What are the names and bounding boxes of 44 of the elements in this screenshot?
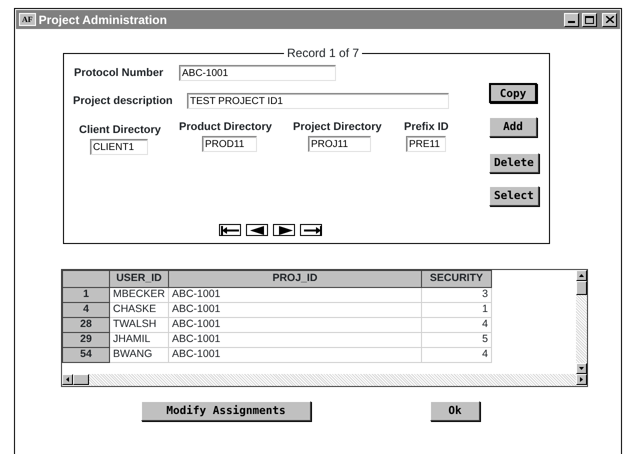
table-cell: CHASKE (110, 302, 168, 318)
input-field[interactable]: CLIENT1 (90, 139, 148, 155)
field-label: Product Directory (179, 121, 272, 133)
column-header[interactable]: SECURITY (421, 270, 492, 288)
table-cell: ABC-1001 (168, 287, 422, 302)
row-header[interactable]: 29 (62, 332, 110, 348)
action-button[interactable]: Modify Assignments (141, 401, 311, 421)
field-label: Prefix ID (404, 121, 449, 133)
action-button[interactable]: Copy (489, 83, 537, 103)
table-cell: BWANG (110, 347, 168, 362)
table-cell: ABC-1001 (168, 347, 422, 362)
table-cell: 3 (421, 287, 492, 302)
column-header[interactable]: PROJ_ID (168, 270, 422, 288)
table-cell: ABC-1001 (168, 332, 422, 348)
row-header[interactable]: 28 (62, 317, 110, 332)
table-cell: 1 (421, 302, 492, 318)
table-cell: 4 (421, 347, 492, 362)
table-cell: ABC-1001 (168, 302, 422, 318)
table-cell: 4 (421, 317, 492, 332)
table-cell: MBECKER (110, 287, 168, 302)
action-button[interactable]: Select (489, 186, 539, 206)
input-field[interactable]: TEST PROJECT ID1 (187, 93, 449, 109)
input-field[interactable]: PROJ11 (308, 136, 371, 152)
action-button[interactable]: Ok (430, 401, 480, 421)
table-cell: JHAMIL (110, 332, 168, 348)
column-header[interactable]: USER_ID (110, 270, 168, 288)
field-label: Client Directory (79, 124, 161, 136)
table-cell: 5 (421, 332, 492, 348)
action-button[interactable]: Add (489, 117, 537, 137)
input-field[interactable]: ABC-1001 (179, 65, 336, 81)
row-header[interactable]: 1 (62, 287, 110, 302)
app-badge: AF (19, 13, 36, 26)
action-button[interactable]: Delete (489, 153, 539, 173)
window-title: Project Administration (38, 12, 168, 26)
row-header[interactable]: 54 (62, 347, 110, 362)
record-counter: Record 1 of 7 (284, 46, 362, 60)
table-cell: ABC-1001 (168, 317, 422, 332)
field-label: Project Directory (293, 121, 382, 133)
field-label: Project description (73, 95, 174, 107)
field-label: Protocol Number (74, 67, 164, 79)
row-header[interactable]: 4 (62, 302, 110, 318)
input-field[interactable]: PROD11 (202, 136, 257, 152)
table-cell: TWALSH (110, 317, 168, 332)
input-field[interactable]: PRE11 (406, 136, 446, 152)
